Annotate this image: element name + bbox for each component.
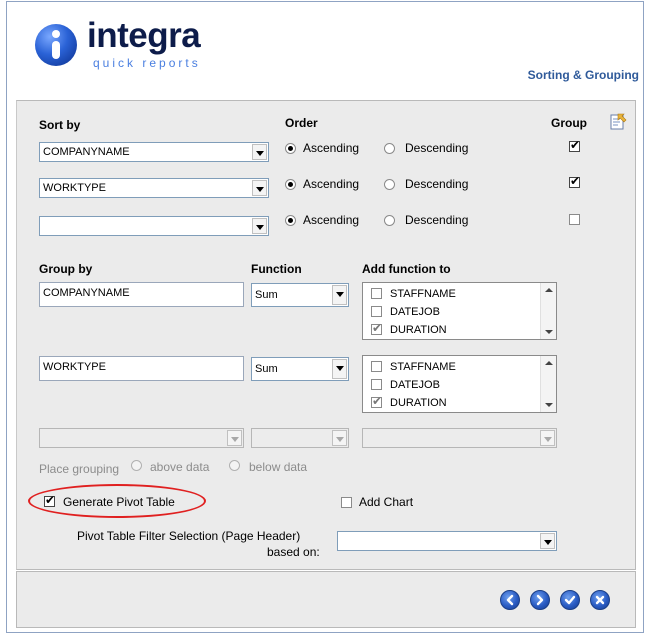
group-by-2-value: WORKTYPE — [43, 361, 106, 373]
place-above-label: above data — [150, 460, 210, 474]
forward-button[interactable] — [530, 590, 550, 610]
duration-checkbox[interactable] — [371, 321, 382, 335]
confirm-icon — [564, 595, 576, 605]
list-item[interactable]: STAFFNAME — [371, 359, 456, 375]
add-chart-label: Add Chart — [359, 495, 414, 509]
datejob-checkbox[interactable] — [371, 306, 382, 317]
duration-checkbox[interactable] — [371, 394, 382, 408]
place-grouping-label: Place grouping — [39, 462, 120, 476]
back-icon — [506, 594, 514, 606]
add-chart-checkbox[interactable] — [341, 497, 352, 508]
sort-2-ascending-radio[interactable] — [285, 179, 296, 190]
scrollbar[interactable] — [540, 356, 556, 412]
confirm-button[interactable] — [560, 590, 580, 610]
logo-subtext: quick reports — [93, 56, 201, 70]
sort-1-group-checkbox[interactable] — [569, 138, 580, 152]
scroll-down-icon[interactable] — [545, 330, 553, 334]
group-2-function-value: Sum — [255, 363, 278, 375]
cancel-button[interactable] — [590, 590, 610, 610]
list-item[interactable]: DURATION — [371, 394, 447, 411]
chevron-down-icon[interactable] — [332, 430, 347, 446]
place-above-radio[interactable] — [131, 460, 142, 471]
datejob-checkbox[interactable] — [371, 379, 382, 390]
group-2-fields-listbox[interactable]: STAFFNAME DATEJOB DURATION — [362, 355, 557, 413]
scroll-down-icon[interactable] — [545, 403, 553, 407]
sort-3-ascending-radio[interactable] — [285, 215, 296, 226]
list-item[interactable]: STAFFNAME — [371, 286, 456, 302]
sort-2-group-checkbox[interactable] — [569, 174, 580, 188]
list-item[interactable]: DATEJOB — [371, 377, 440, 393]
chevron-down-icon[interactable] — [227, 430, 242, 446]
sort-1-descending-radio[interactable] — [384, 143, 395, 154]
group-by-label: Group by — [39, 262, 93, 276]
group-1-function-select[interactable]: Sum — [251, 283, 349, 307]
staffname-checkbox[interactable] — [371, 361, 382, 372]
sort-field-2-value: WORKTYPE — [43, 182, 106, 194]
scroll-up-icon[interactable] — [545, 288, 553, 292]
page-title: Sorting & Grouping — [527, 68, 639, 82]
scrollbar[interactable] — [540, 283, 556, 339]
place-below-label: below data — [249, 460, 308, 474]
sort-1-descending-label: Descending — [405, 141, 469, 155]
sort-3-descending-label: Descending — [405, 213, 469, 227]
cancel-icon — [595, 595, 605, 605]
chevron-down-icon[interactable] — [252, 180, 267, 196]
chevron-down-icon[interactable] — [540, 533, 555, 549]
logo-text: integra — [87, 16, 201, 55]
group-by-2-field[interactable]: WORKTYPE — [39, 356, 244, 381]
chevron-down-icon[interactable] — [332, 285, 347, 305]
chevron-down-icon[interactable] — [540, 430, 555, 446]
sort-by-label: Sort by — [39, 118, 81, 132]
list-item[interactable]: DATEJOB — [371, 304, 440, 320]
sort-1-ascending-radio[interactable] — [285, 143, 296, 154]
sort-3-group-checkbox[interactable] — [569, 214, 580, 225]
sort-3-ascending-label: Ascending — [303, 213, 360, 227]
group-2-function-select[interactable]: Sum — [251, 357, 349, 381]
sort-field-1-select[interactable]: COMPANYNAME — [39, 142, 269, 162]
group-3-function-select[interactable] — [251, 428, 349, 448]
scroll-up-icon[interactable] — [545, 361, 553, 365]
group-1-fields-listbox[interactable]: STAFFNAME DATEJOB DURATION — [362, 282, 557, 340]
sort-3-descending-radio[interactable] — [384, 215, 395, 226]
chevron-down-icon[interactable] — [252, 218, 267, 234]
back-button[interactable] — [500, 590, 520, 610]
sort-field-2-select[interactable]: WORKTYPE — [39, 178, 269, 198]
sort-field-1-value: COMPANYNAME — [43, 146, 130, 158]
group-by-1-field[interactable]: COMPANYNAME — [39, 282, 244, 307]
sort-2-descending-radio[interactable] — [384, 179, 395, 190]
forward-icon — [536, 594, 544, 606]
pivot-filter-label: Pivot Table Filter Selection (Page Heade… — [77, 529, 301, 543]
function-label: Function — [251, 262, 302, 276]
group-3-add-function-select[interactable] — [362, 428, 557, 448]
highlight-annotation — [28, 484, 206, 518]
group-1-function-value: Sum — [255, 289, 278, 301]
order-label: Order — [285, 116, 318, 130]
place-below-radio[interactable] — [229, 460, 240, 471]
staffname-checkbox[interactable] — [371, 288, 382, 299]
group-by-3-select[interactable] — [39, 428, 244, 448]
sort-1-ascending-label: Ascending — [303, 141, 360, 155]
chevron-down-icon[interactable] — [252, 144, 267, 160]
pivot-filter-select[interactable] — [337, 531, 557, 551]
add-function-to-label: Add function to — [362, 262, 451, 276]
sort-2-ascending-label: Ascending — [303, 177, 360, 191]
group-by-1-value: COMPANYNAME — [43, 287, 130, 299]
list-item[interactable]: DURATION — [371, 321, 447, 338]
integra-logo-icon — [35, 24, 77, 66]
group-label: Group — [551, 116, 587, 130]
header: integra quick reports Sorting & Grouping — [7, 2, 643, 88]
pivot-filter-label-2: based on: — [267, 545, 320, 559]
document-settings-icon[interactable] — [609, 113, 627, 131]
chevron-down-icon[interactable] — [332, 359, 347, 379]
sort-field-3-select[interactable] — [39, 216, 269, 236]
sort-2-descending-label: Descending — [405, 177, 469, 191]
